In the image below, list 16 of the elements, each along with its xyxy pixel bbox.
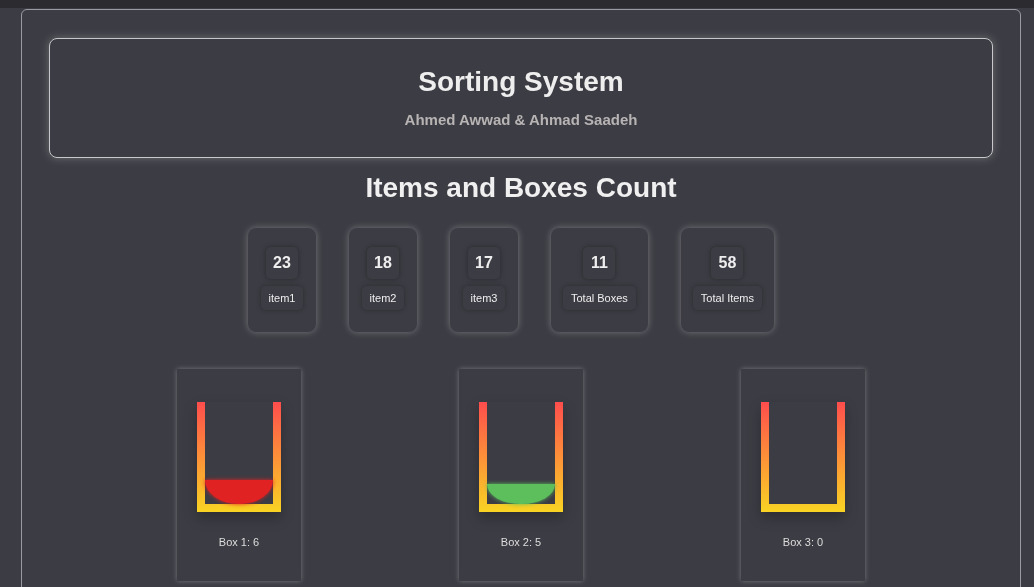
counter-value: 23 bbox=[265, 247, 298, 279]
box-count-label: Box 2: 5 bbox=[500, 536, 542, 548]
counter-label: item1 bbox=[260, 286, 304, 310]
counter-value: 11 bbox=[583, 247, 616, 279]
counter-label: item2 bbox=[361, 286, 405, 310]
box-count-label: Box 1: 6 bbox=[218, 536, 260, 548]
counter-label: Total Items bbox=[692, 286, 763, 310]
counter-label: Total Boxes bbox=[562, 286, 636, 310]
authors-text: Ahmed Awwad & Ahmad Saadeh bbox=[404, 111, 638, 128]
app-title: Sorting System bbox=[418, 66, 624, 98]
counter-value: 58 bbox=[711, 247, 744, 279]
counter-value: 18 bbox=[366, 247, 399, 279]
section-heading: Items and Boxes Count bbox=[364, 172, 678, 204]
box-count-label: Box 3: 0 bbox=[782, 536, 824, 548]
counter-label: item3 bbox=[462, 286, 506, 310]
counter-value: 17 bbox=[467, 247, 500, 279]
